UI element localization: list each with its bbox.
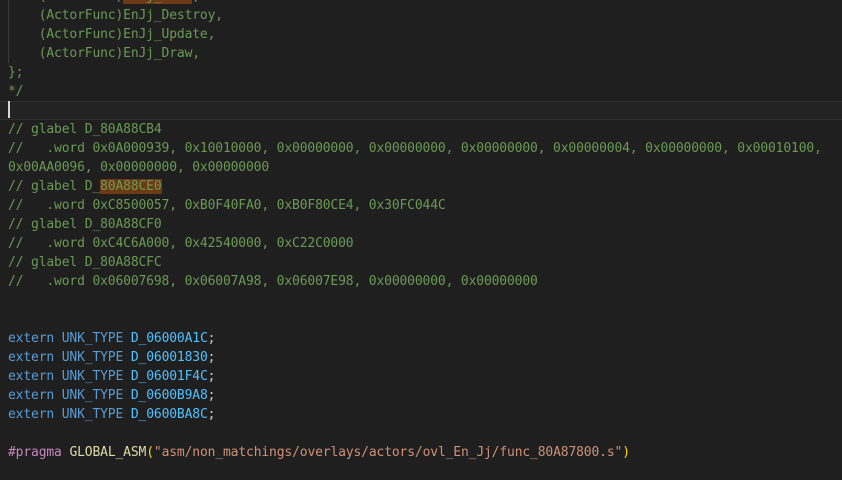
code-line[interactable]: // glabel D_80A88CE0 xyxy=(0,177,842,196)
code-line[interactable]: // glabel D_80A88CFC xyxy=(0,253,842,272)
code-token: }; xyxy=(8,65,23,80)
code-line-current[interactable] xyxy=(0,101,842,120)
code-token: extern xyxy=(8,407,54,422)
code-line[interactable]: // glabel D_80A88CF0 xyxy=(0,215,842,234)
code-token: UNK_TYPE xyxy=(62,331,123,346)
code-token: */ xyxy=(8,84,23,99)
code-token: // glabel D_80A88CB4 xyxy=(8,122,162,137)
code-token: 0x00AA0096, 0x00000000, 0x00000000 xyxy=(8,160,269,175)
code-line[interactable] xyxy=(0,291,842,310)
code-token: // .word 0x06007698, 0x06007A98, 0x06007… xyxy=(8,274,538,289)
code-line[interactable]: extern UNK_TYPE D_0600BA8C; xyxy=(0,405,842,424)
code-token: D_0600BA8C xyxy=(131,407,208,422)
code-line[interactable]: */ xyxy=(0,82,842,101)
code-line[interactable]: // .word 0x06007698, 0x06007A98, 0x06007… xyxy=(0,272,842,291)
code-line[interactable] xyxy=(0,424,842,443)
code-line[interactable]: extern UNK_TYPE D_06001830; xyxy=(0,348,842,367)
code-token: // glabel D_80A88CF0 xyxy=(8,217,162,232)
code-token xyxy=(123,388,131,403)
code-token: D_06001830 xyxy=(131,350,208,365)
code-token: // glabel D_80A88CFC xyxy=(8,255,162,270)
code-token: ; xyxy=(208,388,216,403)
code-line[interactable]: 0x00AA0096, 0x00000000, 0x00000000 xyxy=(0,158,842,177)
code-lines: (ActorFunc)EnJj_Init, (ActorFunc)EnJj_De… xyxy=(0,0,842,462)
code-token: // .word 0x0A000939, 0x10010000, 0x00000… xyxy=(8,141,822,156)
code-line[interactable]: #pragma GLOBAL_ASM("asm/non_matchings/ov… xyxy=(0,443,842,462)
code-token xyxy=(54,331,62,346)
code-token: GLOBAL_ASM xyxy=(69,445,146,460)
code-token: ; xyxy=(208,350,216,365)
code-token: D_06001F4C xyxy=(131,369,208,384)
code-token xyxy=(123,369,131,384)
code-token xyxy=(54,388,62,403)
code-line[interactable] xyxy=(0,310,842,329)
code-token: ( xyxy=(146,445,154,460)
code-token: UNK_TYPE xyxy=(62,388,123,403)
code-line[interactable]: // .word 0x0A000939, 0x10010000, 0x00000… xyxy=(0,139,842,158)
code-line[interactable]: extern UNK_TYPE D_0600B9A8; xyxy=(0,386,842,405)
code-token xyxy=(54,350,62,365)
code-token: // .word 0xC4C6A000, 0x42540000, 0xC22C0… xyxy=(8,236,353,251)
code-token xyxy=(123,331,131,346)
code-line[interactable]: // .word 0xC4C6A000, 0x42540000, 0xC22C0… xyxy=(0,234,842,253)
code-token: extern xyxy=(8,331,54,346)
code-token: UNK_TYPE xyxy=(62,350,123,365)
code-token: "asm/non_matchings/overlays/actors/ovl_E… xyxy=(154,445,622,460)
code-editor[interactable]: (ActorFunc)EnJj_Init, (ActorFunc)EnJj_De… xyxy=(0,0,842,480)
text-cursor xyxy=(8,101,10,118)
code-line[interactable]: (ActorFunc)EnJj_Draw, xyxy=(0,44,842,63)
code-token: extern xyxy=(8,388,54,403)
code-line[interactable]: // .word 0xC8500057, 0xB0F40FA0, 0xB0F80… xyxy=(0,196,842,215)
code-line[interactable]: (ActorFunc)EnJj_Destroy, xyxy=(0,6,842,25)
code-token: (ActorFunc)EnJj_Destroy, xyxy=(8,8,223,23)
code-token: UNK_TYPE xyxy=(62,369,123,384)
code-token: ) xyxy=(622,445,630,460)
code-token xyxy=(54,407,62,422)
code-token: extern xyxy=(8,369,54,384)
code-token xyxy=(123,407,131,422)
code-token: extern xyxy=(8,350,54,365)
code-line[interactable]: extern UNK_TYPE D_06001F4C; xyxy=(0,367,842,386)
code-token xyxy=(54,369,62,384)
code-line[interactable]: // glabel D_80A88CB4 xyxy=(0,120,842,139)
code-token: (ActorFunc) xyxy=(8,0,123,4)
code-token: ; xyxy=(208,407,216,422)
code-token: (ActorFunc)EnJj_Update, xyxy=(8,27,215,42)
code-line[interactable]: extern UNK_TYPE D_06000A1C; xyxy=(0,329,842,348)
code-token: // glabel D_ xyxy=(8,179,100,194)
code-token: (ActorFunc)EnJj_Draw, xyxy=(8,46,200,61)
code-token: #pragma xyxy=(8,445,62,460)
code-token: , xyxy=(192,0,200,4)
code-token: D_06000A1C xyxy=(131,331,208,346)
search-match-highlight: 80A88CE0 xyxy=(100,179,161,194)
code-token: UNK_TYPE xyxy=(62,407,123,422)
search-match-highlight: EnJj_Init xyxy=(123,0,192,4)
code-line[interactable]: (ActorFunc)EnJj_Update, xyxy=(0,25,842,44)
code-token xyxy=(123,350,131,365)
code-token: ; xyxy=(208,331,216,346)
code-token: // .word 0xC8500057, 0xB0F40FA0, 0xB0F80… xyxy=(8,198,446,213)
code-token: ; xyxy=(208,369,216,384)
code-token: D_0600B9A8 xyxy=(131,388,208,403)
code-line[interactable]: }; xyxy=(0,63,842,82)
